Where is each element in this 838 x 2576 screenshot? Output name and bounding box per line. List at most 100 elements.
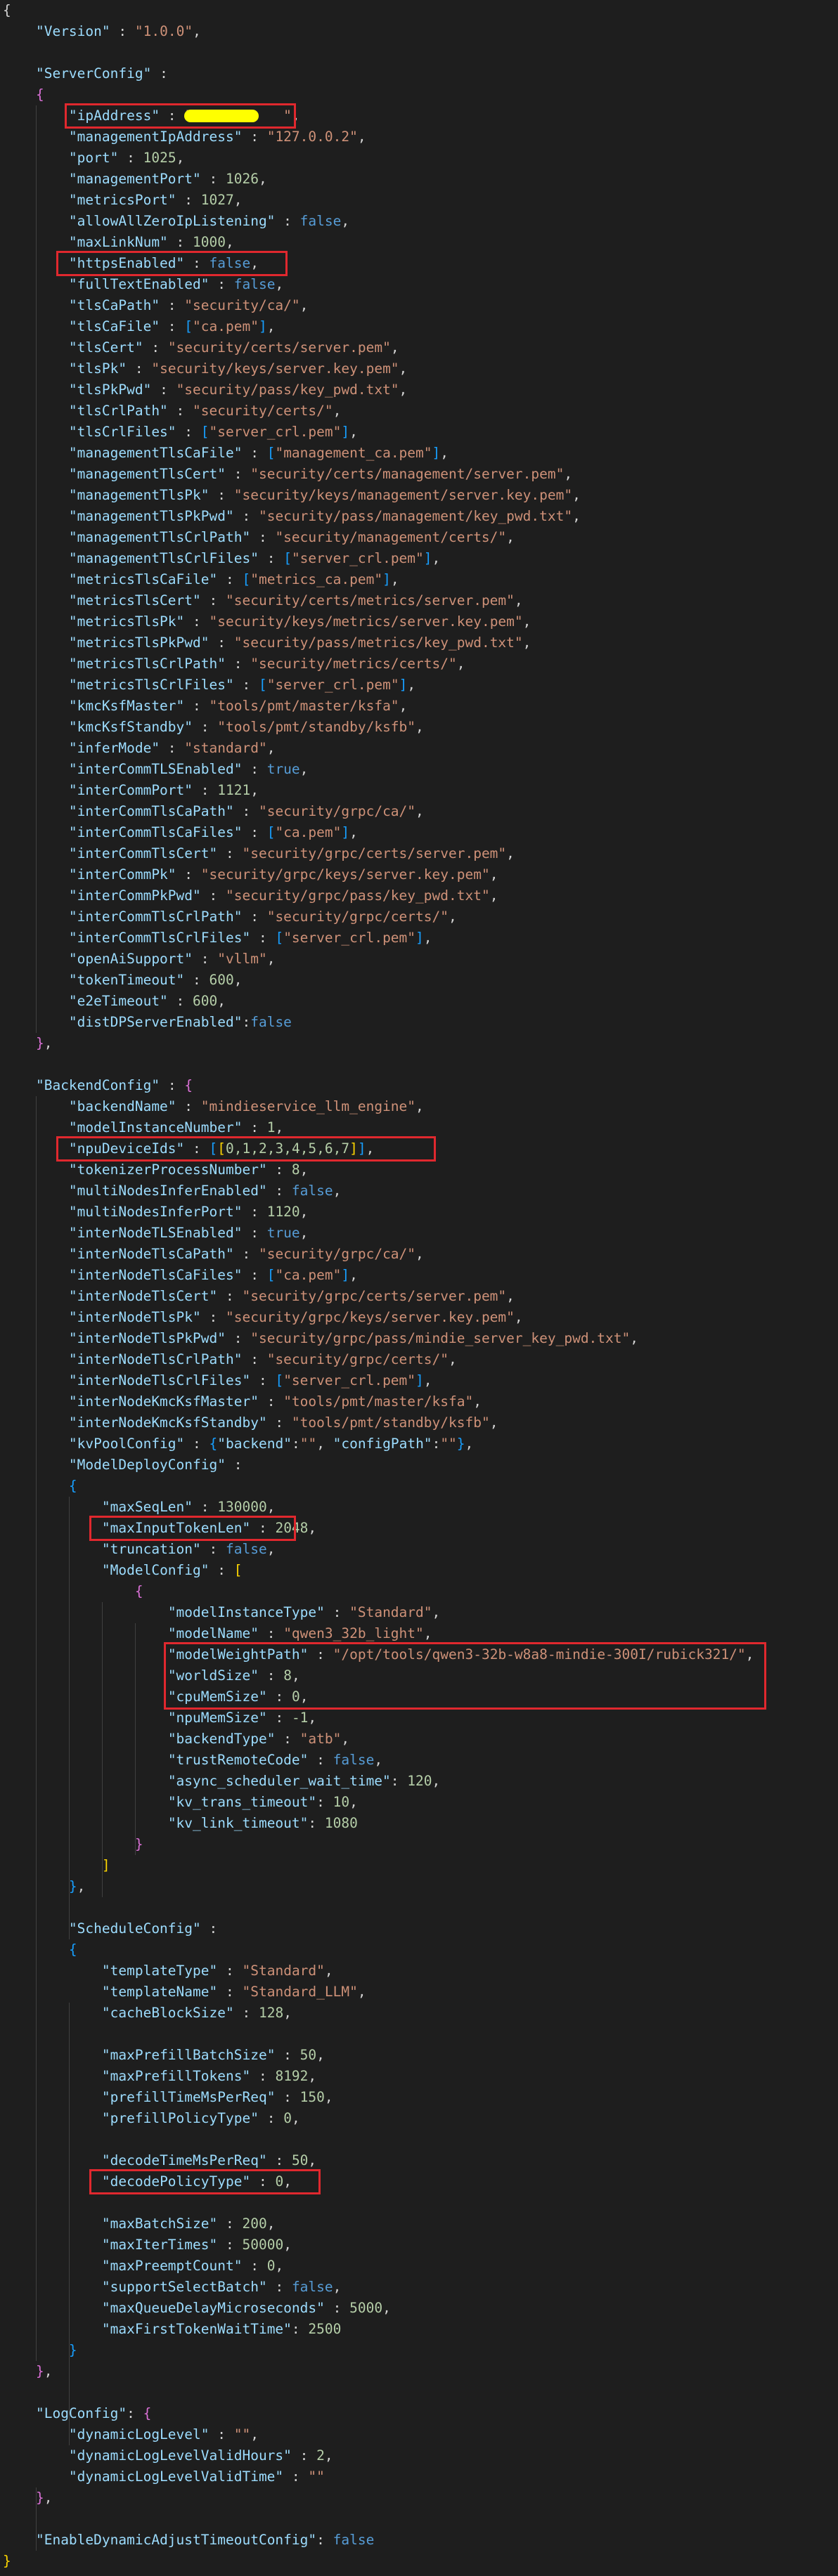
json-key: "dynamicLogLevel" xyxy=(68,2426,210,2442)
json-punctuation: , xyxy=(341,213,350,229)
json-number: 130000 xyxy=(217,1499,267,1515)
json-punctuation xyxy=(3,1689,168,1705)
json-punctuation: , xyxy=(250,2426,259,2442)
code-line: "modelInstanceType" : "Standard", xyxy=(3,1602,440,1623)
json-key: "kmcKsfMaster" xyxy=(68,698,185,714)
json-punctuation: : xyxy=(167,403,193,419)
json-boolean: false xyxy=(291,1183,333,1199)
json-punctuation: , xyxy=(266,740,276,756)
json-bracket: } xyxy=(3,2553,11,2569)
code-line: "maxPrefillTokens" : 8192, xyxy=(3,2066,316,2087)
json-key: "interCommPkPwd" xyxy=(68,887,201,904)
json-punctuation xyxy=(3,192,69,208)
json-punctuation: , xyxy=(572,487,581,503)
json-key: "interCommPort" xyxy=(68,782,193,798)
json-punctuation xyxy=(3,2426,69,2442)
code-line: "dynamicLogLevelValidTime" : "" xyxy=(3,2466,325,2487)
json-punctuation xyxy=(3,424,69,440)
json-key: "metricsTlsCaFile" xyxy=(68,571,218,587)
json-key: "decodeTimeMsPerReq" xyxy=(101,2152,267,2168)
json-key: "tlsPk" xyxy=(68,360,127,377)
json-punctuation: , xyxy=(564,466,573,482)
code-line: "metricsTlsPkPwd" : "security/pass/metri… xyxy=(3,632,531,653)
code-line: "interNodeKmcKsfMaster" : "tools/pmt/mas… xyxy=(3,1391,482,1412)
json-punctuation: : xyxy=(250,1372,276,1388)
code-line: "metricsPort" : 1027, xyxy=(3,190,243,211)
json-punctuation: , xyxy=(423,1625,432,1641)
json-key: "managementTlsCaFile" xyxy=(68,445,243,461)
json-number: 200 xyxy=(242,2216,267,2232)
json-key: "interNodeKmcKsfMaster" xyxy=(68,1393,259,1410)
json-key: "EnableDynamicAdjustTimeoutConfig" xyxy=(35,2532,317,2548)
json-punctuation: , xyxy=(399,382,408,398)
json-bracket: [ xyxy=(266,445,276,461)
json-string: "security/grpc/certs/" xyxy=(266,909,449,925)
json-punctuation: , xyxy=(44,1035,53,1051)
code-line: }, xyxy=(3,2361,53,2382)
json-string: "1.0.0" xyxy=(134,23,193,39)
json-punctuation: , xyxy=(390,571,399,587)
json-punctuation: : xyxy=(242,1014,251,1030)
json-string: "tools/pmt/standby/ksfb" xyxy=(291,1414,490,1431)
json-key: "metricsTlsCrlFiles" xyxy=(68,677,234,693)
json-string: "security/keys/metrics/server.key.pem" xyxy=(209,613,523,630)
json-key: "prefillTimeMsPerReq" xyxy=(101,2089,276,2105)
json-punctuation: , xyxy=(489,887,498,904)
json-key: "interNodeTlsPkPwd" xyxy=(68,1330,226,1346)
json-key: "interNodeTLSEnabled" xyxy=(68,1225,243,1241)
json-bracket: { xyxy=(209,1436,218,1452)
json-punctuation: , xyxy=(423,1372,432,1388)
json-punctuation: , xyxy=(522,613,531,630)
code-line: "kvPoolConfig" : {"backend":"", "configP… xyxy=(3,1433,473,1455)
json-punctuation xyxy=(3,1794,168,1810)
json-punctuation xyxy=(3,1646,168,1663)
json-boolean: false xyxy=(333,1752,375,1768)
json-punctuation: : xyxy=(308,1752,333,1768)
json-key: "interCommPk" xyxy=(68,866,176,883)
code-line: { xyxy=(3,84,44,105)
json-punctuation: : xyxy=(266,1710,292,1726)
code-line: "tlsPkPwd" : "security/pass/key_pwd.txt"… xyxy=(3,379,407,401)
json-punctuation: : xyxy=(242,909,267,925)
json-punctuation xyxy=(3,993,69,1009)
code-line: "metricsTlsPk" : "security/keys/metrics/… xyxy=(3,611,531,632)
json-punctuation: , xyxy=(324,1963,333,1979)
code-line: "tokenizerProcessNumber" : 8, xyxy=(3,1159,309,1180)
json-key: "maxIterTimes" xyxy=(101,2237,218,2253)
json-key: "supportSelectBatch" xyxy=(101,2279,267,2295)
json-punctuation: , xyxy=(489,866,498,883)
json-key: "prefillPolicyType" xyxy=(101,2110,259,2126)
json-punctuation: : xyxy=(316,2532,333,2548)
json-punctuation: , xyxy=(630,1330,639,1346)
json-boolean: true xyxy=(266,761,300,777)
code-line: "kv_link_timeout": 1080 xyxy=(3,1813,358,1834)
json-punctuation xyxy=(3,909,69,925)
code-line: "managementTlsCrlPath" : "security/manag… xyxy=(3,527,515,548)
json-key: "backend" xyxy=(217,1436,292,1452)
json-bracket: ] xyxy=(341,824,350,840)
json-key: "interCommTlsCaFiles" xyxy=(68,824,243,840)
json-punctuation: , xyxy=(448,909,457,925)
code-editor[interactable]: { "Version" : "1.0.0", "ServerConfig" : … xyxy=(0,0,838,2576)
highlight-box xyxy=(56,1136,437,1162)
json-punctuation xyxy=(3,887,69,904)
json-punctuation xyxy=(3,1857,102,1873)
json-string: "security/management/certs/" xyxy=(275,529,507,545)
json-punctuation: : xyxy=(250,529,276,545)
json-bracket: } xyxy=(35,2363,44,2379)
json-punctuation: , xyxy=(374,1752,383,1768)
json-punctuation xyxy=(3,930,69,946)
json-punctuation xyxy=(3,1457,69,1473)
json-punctuation xyxy=(3,656,69,672)
code-line: "interCommTlsCaFiles" : ["ca.pem"], xyxy=(3,822,358,843)
code-line: "distDPServerEnabled":false xyxy=(3,1012,292,1033)
json-string: "standard" xyxy=(184,740,267,756)
json-punctuation: , xyxy=(522,635,531,651)
json-punctuation xyxy=(3,824,69,840)
json-punctuation: : xyxy=(275,2089,300,2105)
code-line: "dynamicLogLevel" : "", xyxy=(3,2424,259,2445)
code-line: { xyxy=(3,1939,77,1960)
json-punctuation: , xyxy=(456,656,465,672)
json-punctuation xyxy=(3,2258,102,2274)
json-punctuation: : xyxy=(200,1309,226,1325)
